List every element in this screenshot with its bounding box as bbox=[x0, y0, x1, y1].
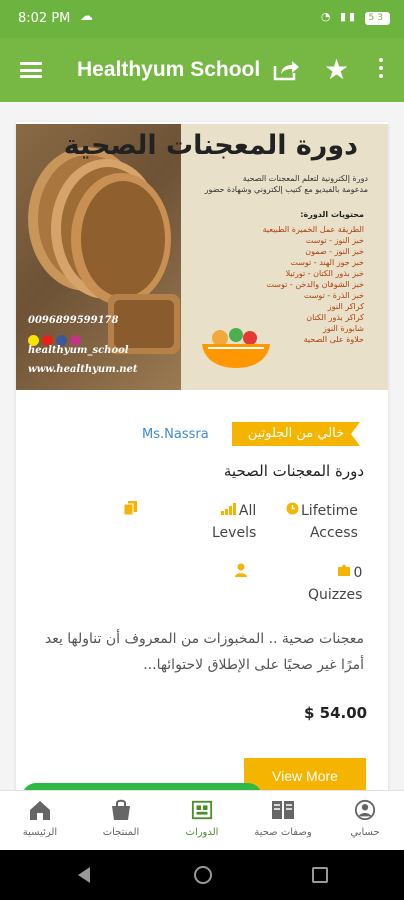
banner-content-item: خبز النوز - توست bbox=[305, 236, 364, 245]
star-icon[interactable]: ★ bbox=[324, 56, 349, 84]
courses-icon bbox=[191, 800, 213, 820]
nav-item-account[interactable]: حسابي bbox=[325, 799, 404, 838]
nav-item-courses[interactable]: الدورات bbox=[162, 799, 242, 838]
bottom-navigation: حسابي وصفات صحية الدورات المنتجات الرئيس… bbox=[0, 790, 404, 851]
banner-content-item: الطريقة عمل الخميرة الطبيعية bbox=[262, 225, 364, 234]
nav-item-products[interactable]: المنتجات bbox=[81, 799, 161, 838]
person-icon bbox=[234, 562, 248, 584]
battery-icon: 53 bbox=[364, 12, 390, 25]
feature-students-icon-wrap bbox=[234, 562, 250, 584]
access-label: Lifetime bbox=[301, 503, 358, 519]
levels-icon bbox=[220, 500, 237, 522]
banner-content-item: خبز الشوفان والدخن - توست bbox=[266, 280, 364, 289]
course-card[interactable]: دورة المعجنات الصحية دورة إلكترونية لتعل… bbox=[16, 122, 388, 802]
system-status-icons: ◔ ▮▮ 53 bbox=[321, 10, 390, 25]
quizzes-label: Quizzes bbox=[308, 587, 363, 603]
nav-label-products: المنتجات bbox=[102, 827, 140, 838]
banner-handle: healthyum_school bbox=[28, 345, 129, 356]
course-title[interactable]: دورة المعجنات الصحية bbox=[224, 462, 364, 480]
banner-content-item: خبز بذور الكتان - تورتيلا bbox=[285, 269, 364, 278]
products-icon bbox=[112, 799, 130, 820]
nav-label-courses: الدورات bbox=[185, 827, 219, 838]
banner-content-item: كراكر بذور الكتان bbox=[306, 313, 364, 322]
home-icon bbox=[30, 801, 50, 820]
gluten-free-badge: خالي من الجلوتين bbox=[232, 422, 360, 446]
feature-quizzes: 0 Quizzes bbox=[308, 562, 362, 606]
course-price: $ 54.00 bbox=[304, 704, 368, 722]
banner-title: دورة المعجنات الصحية bbox=[63, 130, 358, 161]
nav-label-account: حسابي bbox=[350, 827, 380, 838]
recent-apps-icon[interactable] bbox=[312, 867, 328, 883]
feature-access: Lifetime Access bbox=[286, 500, 358, 544]
access-label-2: Access bbox=[309, 525, 358, 541]
banner-content-item: خبز جوز الهند - توست bbox=[290, 258, 364, 267]
banner-website: www.healthyum.net bbox=[28, 364, 138, 375]
levels-label: All bbox=[238, 503, 257, 519]
copy-icon bbox=[123, 500, 138, 522]
course-banner-image[interactable]: دورة المعجنات الصحية دورة إلكترونية لتعل… bbox=[16, 124, 388, 390]
quizzes-count: 0 bbox=[353, 565, 363, 581]
feature-lessons-icon-wrap bbox=[123, 500, 140, 522]
back-icon[interactable] bbox=[78, 867, 90, 883]
recipes-book-icon bbox=[272, 801, 294, 819]
puzzle-icon bbox=[337, 562, 351, 584]
menu-icon[interactable] bbox=[20, 62, 42, 78]
nav-label-home: الرئيسية bbox=[22, 827, 58, 838]
status-bar: 8:02 PM ☁ ◔ ▮▮ 53 bbox=[0, 0, 404, 38]
course-description: معجنات صحية .. المخبوزات من المعروف أن ت… bbox=[44, 631, 364, 673]
levels-label-2: Levels bbox=[212, 525, 257, 541]
instructor-link[interactable]: Ms.Nassra bbox=[142, 427, 209, 442]
clock-icon bbox=[286, 500, 299, 522]
wifi-icon: ◔ bbox=[320, 10, 334, 23]
system-navigation-bar bbox=[0, 850, 404, 900]
banner-content-item: خبز النوز - صمون bbox=[305, 247, 364, 256]
account-icon bbox=[354, 799, 376, 821]
home-circle-icon[interactable] bbox=[194, 866, 212, 884]
bowl-logo-icon bbox=[202, 328, 270, 368]
notification-icons: ☁ bbox=[60, 9, 95, 24]
nav-label-recipes: وصفات صحية bbox=[254, 827, 312, 838]
banner-content-item: كراكر النوز bbox=[327, 302, 364, 311]
nav-item-recipes[interactable]: وصفات صحية bbox=[243, 799, 323, 838]
view-more-button[interactable]: View More bbox=[244, 758, 366, 792]
signal-icon: ▮▮ bbox=[339, 10, 359, 23]
banner-content-item: خبز الذرة - توست bbox=[303, 291, 364, 300]
banner-contents-heading: محتويات الدورة: bbox=[300, 210, 364, 219]
banner-subtitle-1: دورة إلكترونية لتعلم المعجنات الصحية bbox=[242, 174, 368, 183]
app-bar: Healthyum School ★ bbox=[0, 38, 404, 102]
more-options-icon[interactable] bbox=[374, 58, 388, 82]
nav-item-home[interactable]: الرئيسية bbox=[0, 799, 80, 838]
app-title: Healthyum School bbox=[77, 58, 261, 81]
feature-levels: All Levels bbox=[212, 500, 256, 544]
banner-subtitle-2: مدعومة بالفيديو مع كتيب إلكتروني وشهادة … bbox=[204, 185, 368, 194]
banner-phone: 0096899599178 bbox=[28, 315, 119, 326]
cloud-icon: ☁ bbox=[80, 9, 95, 24]
share-icon[interactable] bbox=[272, 58, 300, 82]
